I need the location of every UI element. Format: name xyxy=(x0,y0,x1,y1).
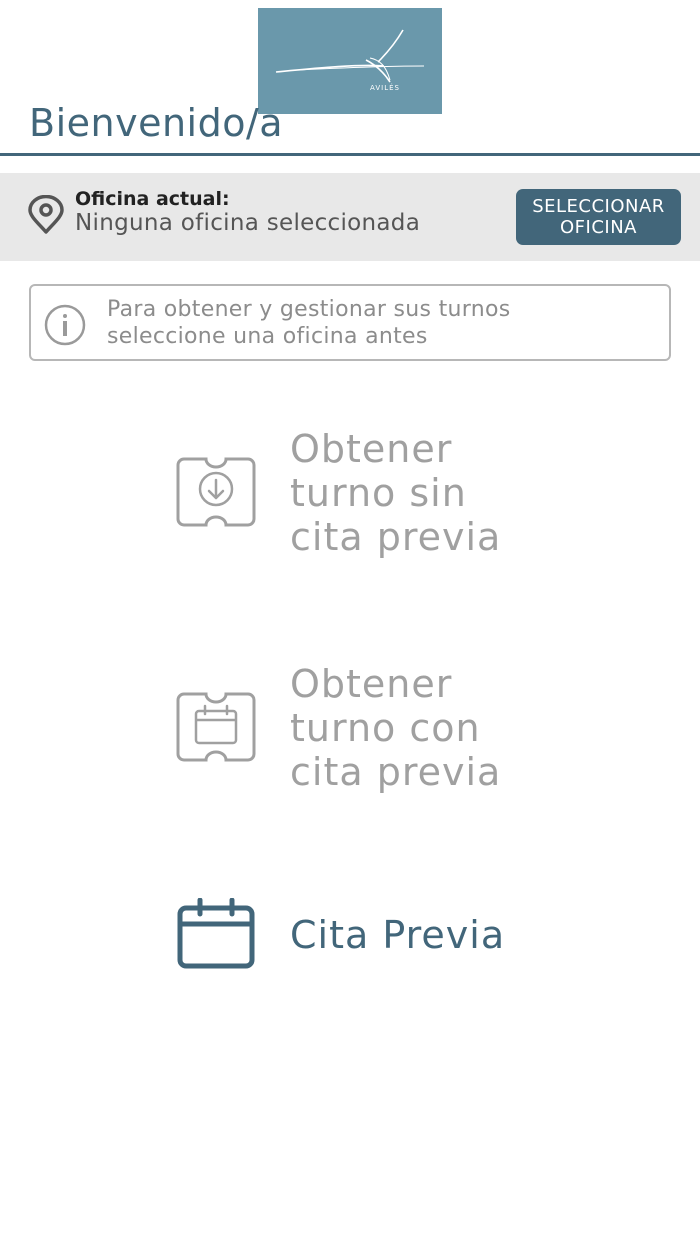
info-message-text: Para obtener y gestionar sus turnos sele… xyxy=(107,296,510,350)
ticket-download-icon xyxy=(176,457,256,527)
get-ticket-with-appointment-button[interactable]: Obtener turno con cita previa xyxy=(170,660,530,800)
action-label-line: Cita Previa xyxy=(290,913,506,957)
select-office-button-label-line1: SELECCIONAR xyxy=(532,196,665,217)
info-icon xyxy=(44,304,86,346)
logo-text: AVILÉS xyxy=(370,84,400,92)
select-office-button[interactable]: SELECCIONAR OFICINA xyxy=(516,189,681,245)
get-ticket-with-appointment-label: Obtener turno con cita previa xyxy=(290,662,501,794)
action-label-line: turno con xyxy=(290,706,481,750)
info-message-line1: Para obtener y gestionar sus turnos xyxy=(107,297,511,322)
appointment-button[interactable]: Cita Previa xyxy=(170,895,530,975)
current-office-label: Oficina actual: xyxy=(75,188,230,210)
action-label-line: Obtener xyxy=(290,662,453,706)
ticket-calendar-icon xyxy=(176,692,256,762)
current-office-value: Ninguna oficina seleccionada xyxy=(75,210,421,236)
action-label-line: Obtener xyxy=(290,427,453,471)
action-label-line: turno sin xyxy=(290,471,467,515)
info-message-line2: seleccione una oficina antes xyxy=(107,324,428,349)
action-label-line: cita previa xyxy=(290,515,502,559)
header-divider xyxy=(0,153,700,156)
get-ticket-without-appointment-button[interactable]: Obtener turno sin cita previa xyxy=(170,425,530,565)
action-label-line: cita previa xyxy=(290,750,502,794)
get-ticket-without-appointment-label: Obtener turno sin cita previa xyxy=(290,427,501,559)
aviles-logo: AVILÉS xyxy=(258,8,442,114)
page-title: Bienvenido/a xyxy=(29,101,284,145)
location-pin-icon xyxy=(28,195,64,234)
aviles-logo-mark-icon xyxy=(275,29,425,83)
select-office-button-label-line2: OFICINA xyxy=(560,217,637,238)
calendar-icon xyxy=(177,898,255,969)
appointment-label: Cita Previa xyxy=(290,913,505,957)
